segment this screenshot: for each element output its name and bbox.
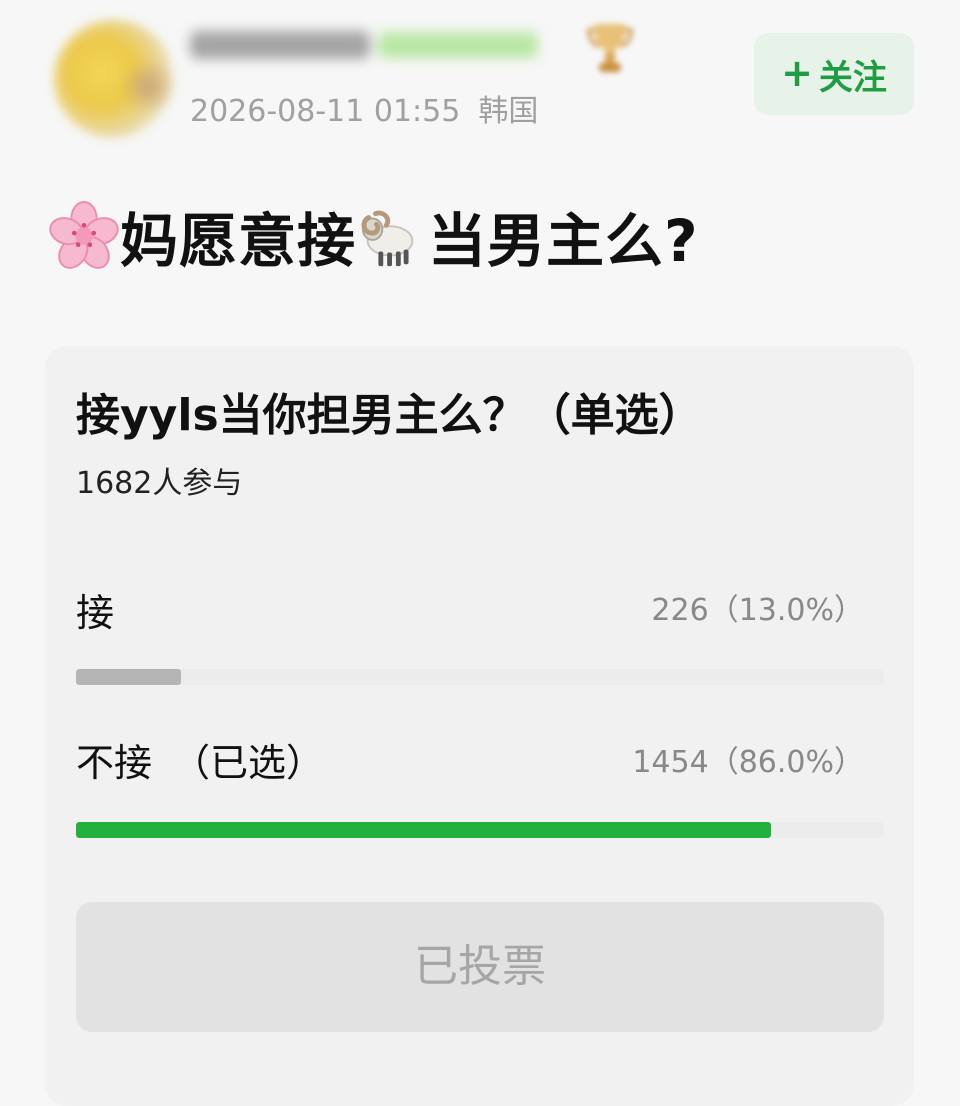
follow-label: 关注 (818, 57, 887, 98)
poll-option-1-text: 接 (76, 591, 115, 635)
post-title: 妈愿意接 当男主么? (48, 196, 699, 276)
poll-option-2-result: 1454（86.0%） (632, 745, 864, 780)
poll-option-2-text: 不接 (76, 741, 153, 785)
avatar-detail (122, 58, 174, 114)
poll-option-1-progress-track (76, 669, 884, 685)
voted-button[interactable]: 已投票 (76, 902, 884, 1032)
follow-button[interactable]: + 关注 (754, 33, 914, 115)
poll-option-1-result: 226（13.0%） (651, 593, 864, 628)
poll-option-2-progress-track (76, 822, 884, 838)
post-location: 韩国 (478, 94, 539, 129)
selected-option-tag: （已选） (172, 741, 325, 785)
user-badge-blur (378, 32, 538, 58)
poll-question: 接yyls当你担男主么？（单选） (76, 390, 703, 441)
post-timestamp: 2026-08-11 01:55 (190, 94, 461, 129)
poll-card: 接yyls当你担男主么？（单选） 1682人参与 接 226（13.0%） 不接… (45, 346, 914, 1106)
user-name-blurred[interactable] (190, 26, 538, 64)
post-title-part-2: 当男主么? (428, 207, 699, 275)
poll-option-2-label[interactable]: 不接 （已选） (76, 738, 324, 788)
poll-option-1-progress-fill (76, 669, 182, 685)
ram-icon (356, 200, 428, 272)
poll-option-1-label[interactable]: 接 (76, 588, 114, 638)
post-title-part-1: 妈愿意接 (120, 207, 357, 275)
poll-option-2-progress-fill (76, 822, 771, 838)
post-meta: 2026-08-11 01:55 韩国 (190, 90, 538, 134)
cherry-blossom-icon (48, 200, 120, 272)
trophy-icon (584, 18, 636, 80)
plus-icon: + (781, 51, 813, 95)
participant-count: 1682人参与 (76, 466, 243, 501)
username-blur (190, 31, 370, 59)
